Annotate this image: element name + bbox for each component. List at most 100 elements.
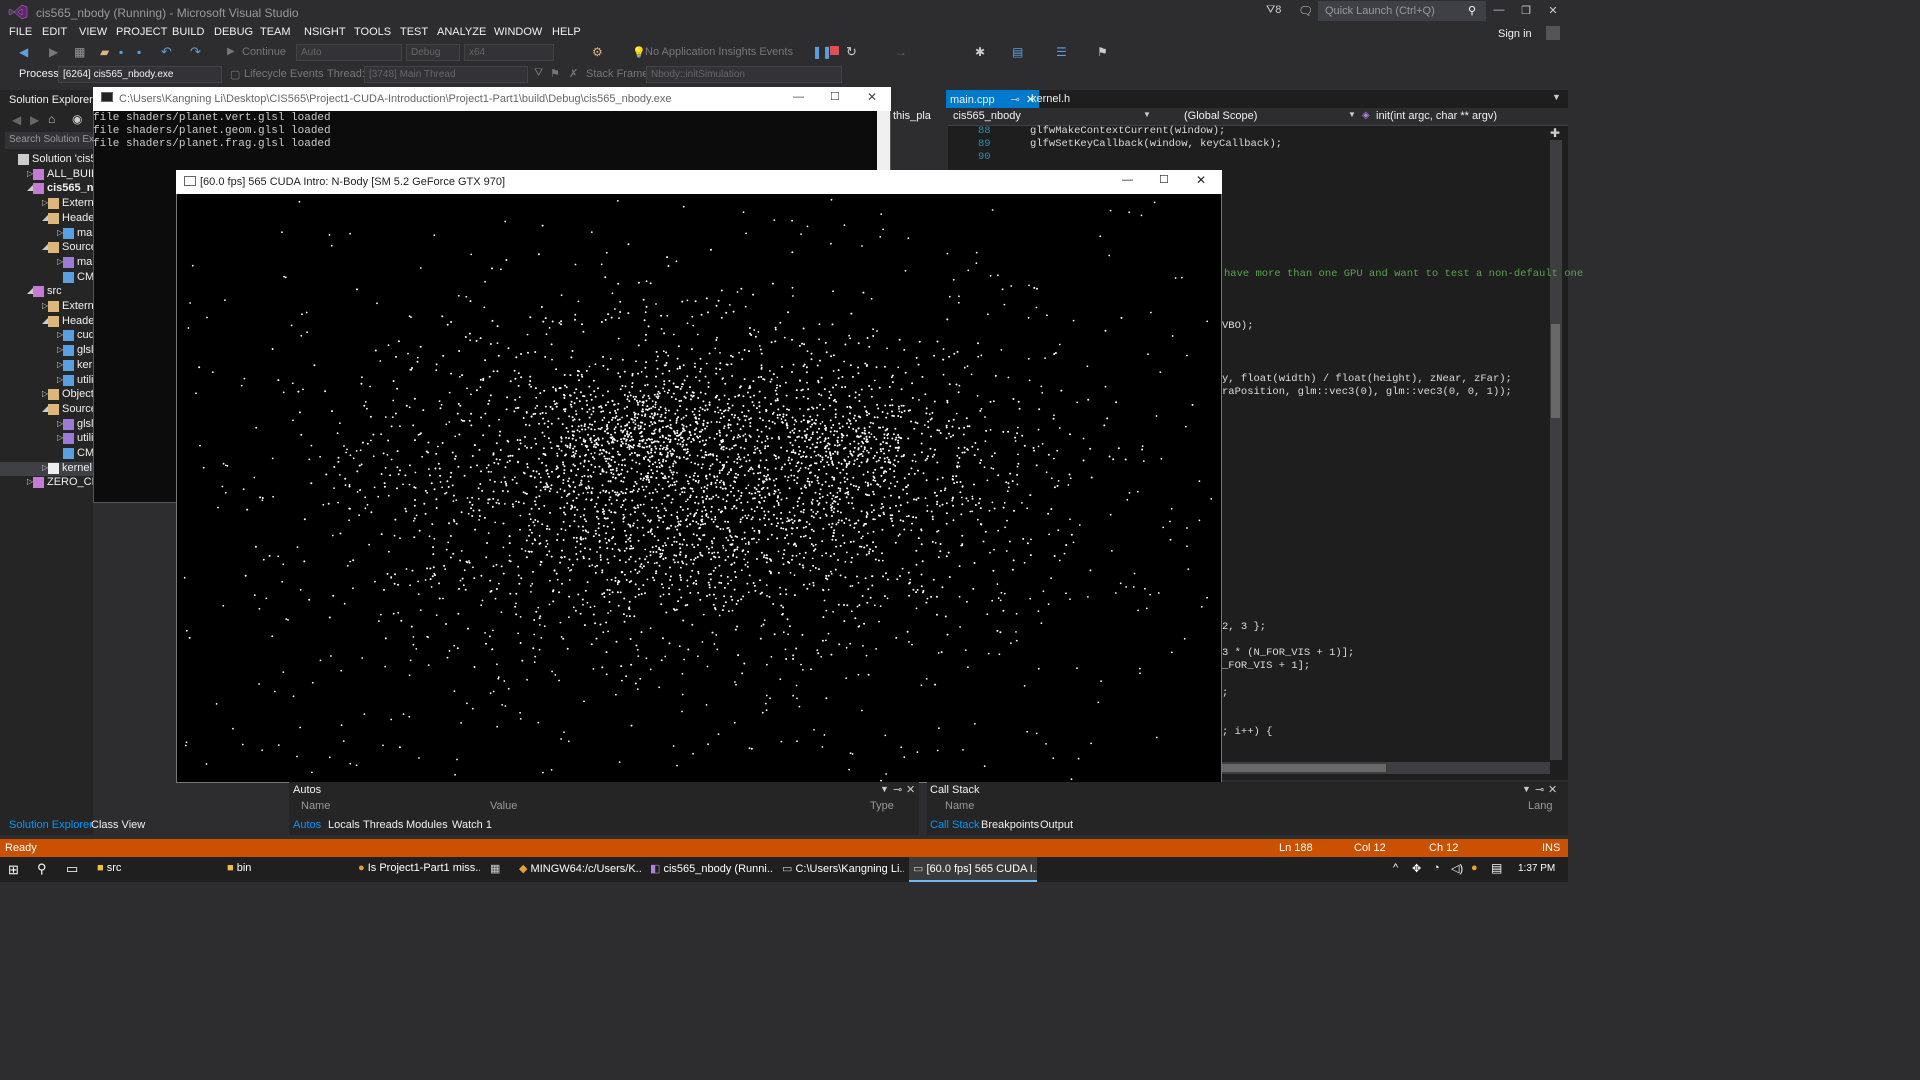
taskbar-clock[interactable]: 1:37 PM (1518, 863, 1555, 874)
tab-modules[interactable]: Modules (406, 819, 448, 831)
tab-class-view[interactable]: Class View (91, 819, 145, 831)
navigate-back-icon[interactable]: ◀ (19, 45, 28, 59)
menu-team[interactable]: TEAM (260, 26, 291, 38)
forward-icon[interactable]: ▶ (30, 113, 39, 127)
tab-list-icon[interactable]: ▼ (1552, 92, 1561, 102)
scrollbar-thumb[interactable] (1551, 324, 1560, 418)
hex-display-icon[interactable]: ✱ (975, 45, 985, 59)
wifi-icon[interactable]: ◔ (1433, 862, 1440, 874)
save-all-icon[interactable]: ▪ (137, 45, 141, 59)
close-icon[interactable]: ✕ (906, 783, 915, 796)
taskbar-item-nbody[interactable]: ▭ [60.0 fps] 565 CUDA I... (909, 857, 1037, 882)
navigate-forward-icon[interactable]: ▶ (49, 45, 58, 59)
tree-item[interactable]: ◢cis565_nb (0, 182, 93, 196)
column-header-lang[interactable]: Lang (1528, 800, 1552, 812)
tree-item[interactable]: ▷ Object (0, 388, 93, 402)
tree-item[interactable]: ▷ALL_BUILD (0, 168, 93, 182)
menu-analyze[interactable]: ANALYZE (437, 26, 486, 38)
horizontal-scrollbar-thumb[interactable] (1222, 764, 1386, 772)
menu-view[interactable]: VIEW (79, 26, 107, 38)
menu-tools[interactable]: TOOLS (354, 26, 391, 38)
tab-breakpoints[interactable]: Breakpoints (981, 819, 1039, 831)
nav-project-combo[interactable]: cis565_nbody (953, 110, 1021, 122)
notification-center-icon[interactable]: ▤ (1491, 861, 1502, 875)
dropbox-icon[interactable]: ✥ (1412, 862, 1421, 875)
tree-item[interactable]: ▷ utili (0, 432, 93, 446)
solution-search-input[interactable]: Search Solution Exp (5, 132, 93, 149)
menu-edit[interactable]: EDIT (42, 26, 67, 38)
feedback-icon[interactable]: 🗨 (1298, 4, 1313, 18)
menu-debug[interactable]: DEBUG (214, 26, 253, 38)
column-header-name[interactable]: Name (301, 800, 330, 812)
taskbar-item-visual-studio[interactable]: ◧ cis565_nbody (Runni... (646, 857, 772, 882)
minimize-icon[interactable]: — (1122, 174, 1133, 186)
pin-icon[interactable]: ⊸ (893, 783, 902, 796)
tree-item[interactable]: ▷ glsl (0, 418, 93, 432)
sign-in-link[interactable]: Sign in (1498, 28, 1532, 40)
column-header-value[interactable]: Value (490, 800, 517, 812)
vertical-scrollbar[interactable] (1550, 140, 1562, 760)
split-icon[interactable]: ✚ (1550, 126, 1560, 140)
nav-scope-combo[interactable]: (Global Scope) (1184, 110, 1257, 122)
back-icon[interactable]: ◀ (12, 113, 21, 127)
tree-item[interactable]: ▷kernel.c (0, 461, 93, 476)
tab-watch-1[interactable]: Watch 1 (452, 819, 492, 831)
maximize-icon[interactable]: ☐ (830, 90, 840, 103)
indent-icon[interactable]: ☰ (1056, 45, 1067, 59)
platform-combo[interactable]: x64 (464, 44, 554, 61)
taskbar-item-console[interactable]: ▭ C:\Users\Kangning Li... (778, 857, 904, 882)
continue-button[interactable]: Continue (242, 46, 286, 58)
process-combo[interactable]: [6264] cis565_nbody.exe (58, 66, 222, 83)
tree-item[interactable]: ◢Source (0, 403, 93, 417)
menu-build[interactable]: BUILD (172, 26, 204, 38)
tree-item[interactable]: ◢Source (0, 241, 93, 255)
tree-item[interactable]: ▷ZERO_CHE (0, 476, 93, 490)
application-insights-dropdown[interactable]: No Application Insights Events (645, 46, 793, 58)
nbody-render-canvas[interactable] (177, 195, 1221, 782)
menu-window[interactable]: WINDOW (494, 26, 542, 38)
flag-thread-icon[interactable]: ⚑ (550, 67, 560, 80)
tree-item[interactable]: ▷kerr (0, 359, 93, 373)
filter-threads-icon[interactable]: ⛛ (534, 67, 543, 80)
pin-icon[interactable]: ⊸ (1011, 94, 1020, 106)
bookmark-icon[interactable]: ⚑ (1097, 45, 1108, 59)
taskbar-item-bin[interactable]: ■ bin (223, 857, 345, 882)
taskbar-item-calculator[interactable]: ▦ (486, 857, 510, 882)
tab-main-cpp[interactable]: main.cpp ⊸ ✕ (946, 90, 1040, 108)
search-icon[interactable]: ⚲ (1468, 4, 1476, 17)
tab-solution-explorer[interactable]: Solution Explorer (9, 819, 93, 831)
close-icon[interactable]: ✕ (1196, 173, 1206, 187)
tab-threads[interactable]: Threads (363, 819, 403, 831)
new-project-icon[interactable]: ▦ (74, 45, 85, 59)
column-header-name[interactable]: Name (945, 800, 974, 812)
menu-file[interactable]: FILE (9, 26, 32, 38)
tree-item[interactable]: ◢ src (0, 285, 93, 299)
maximize-icon[interactable]: ☐ (1159, 173, 1169, 186)
chevron-down-icon[interactable]: ▼ (1143, 110, 1151, 119)
partial-tab[interactable]: this_pla (893, 110, 939, 122)
tree-item[interactable]: ◢Header (0, 315, 93, 329)
lifecycle-events-dropdown[interactable]: Lifecycle Events (244, 68, 323, 80)
open-file-icon[interactable]: ▰ (100, 45, 109, 59)
tree-item[interactable]: ▷ cud (0, 329, 93, 343)
tab-autos[interactable]: Autos (293, 819, 321, 831)
tab-call-stack[interactable]: Call Stack (930, 819, 980, 831)
restart-icon[interactable]: ↻ (846, 44, 857, 60)
menu-project[interactable]: PROJECT (116, 26, 167, 38)
build-config-combo[interactable]: Debug (406, 44, 460, 61)
tree-item[interactable]: ◢Header (0, 212, 93, 226)
save-icon[interactable]: ▪ (119, 45, 123, 59)
quick-launch-input[interactable]: Quick Launch (Ctrl+Q) (1318, 1, 1486, 21)
profile-icon[interactable] (1546, 26, 1560, 40)
redo-icon[interactable]: ↷ (190, 44, 201, 60)
notification-filter-icon[interactable]: ⛛8 (1266, 4, 1281, 17)
menu-help[interactable]: HELP (552, 26, 581, 38)
tree-item[interactable]: ▷ mai (0, 256, 93, 270)
remove-flags-icon[interactable]: ✗ (569, 67, 578, 80)
console-scrollbar[interactable] (877, 111, 890, 170)
chevron-down-icon[interactable]: ▼ (1348, 110, 1356, 119)
tree-item[interactable]: Solution 'cis56 (0, 153, 93, 167)
menu-test[interactable]: TEST (400, 26, 428, 38)
close-icon[interactable]: ✕ (1546, 4, 1560, 18)
attach-icon[interactable]: ⚙ (592, 45, 603, 59)
